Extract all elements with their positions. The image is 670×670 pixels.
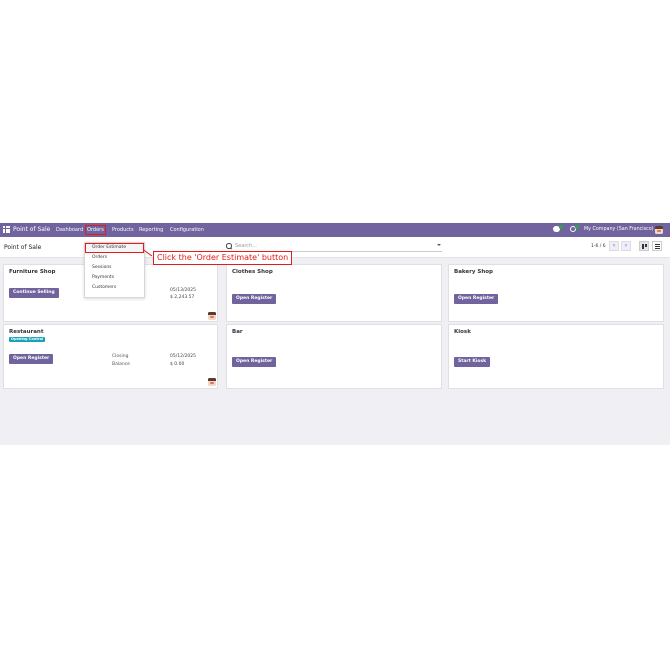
pos-card-bar: Bar Open Register bbox=[226, 324, 442, 389]
app-brand[interactable]: Point of Sale bbox=[13, 226, 50, 233]
open-register-button[interactable]: Open Register bbox=[454, 294, 499, 304]
open-register-button[interactable]: Open Register bbox=[232, 357, 277, 367]
menu-item-orders[interactable]: Orders bbox=[92, 255, 107, 260]
continue-selling-button[interactable]: Continue Selling bbox=[9, 288, 59, 298]
pos-card-kiosk: Kiosk Start Kiosk bbox=[448, 324, 664, 389]
pos-card-restaurant: Restaurant Opening Control Open Register… bbox=[3, 324, 218, 389]
pager-value[interactable]: 1-6 / 6 bbox=[591, 244, 606, 249]
chat-badge-icon bbox=[559, 225, 563, 229]
balance-amount: $ 2,243.57 bbox=[170, 295, 195, 300]
app-grid-icon[interactable] bbox=[3, 226, 10, 233]
list-view-icon[interactable] bbox=[652, 241, 662, 251]
balance-label: Balance bbox=[112, 362, 130, 367]
card-title: Restaurant bbox=[9, 329, 44, 335]
responsible-avatar bbox=[208, 378, 216, 386]
search-icon bbox=[226, 243, 232, 249]
menu-item-order-estimate[interactable]: Order Estimate bbox=[92, 245, 126, 250]
search-options-chevron-down-icon[interactable] bbox=[437, 244, 441, 246]
open-register-button[interactable]: Open Register bbox=[232, 294, 277, 304]
card-title: Bar bbox=[232, 329, 243, 335]
menu-item-customers[interactable]: Customers bbox=[92, 285, 116, 290]
responsible-avatar bbox=[208, 312, 216, 320]
pos-card-bakery-shop: Bakery Shop Open Register bbox=[448, 264, 664, 322]
search-placeholder: Search... bbox=[235, 243, 257, 249]
menu-item-sessions[interactable]: Sessions bbox=[92, 265, 112, 270]
status-badge: Opening Control bbox=[9, 337, 46, 342]
pager-next-chevron-right-icon[interactable]: › bbox=[621, 241, 631, 251]
session-date: 05/13/2025 bbox=[170, 288, 196, 293]
menu-dashboard[interactable]: Dashboard bbox=[56, 227, 83, 233]
card-title: Kiosk bbox=[454, 329, 471, 335]
page-title: Point of Sale bbox=[4, 244, 42, 251]
menu-reporting[interactable]: Reporting bbox=[139, 227, 163, 233]
menu-item-payments[interactable]: Payments bbox=[92, 275, 114, 280]
session-date: 05/12/2025 bbox=[170, 354, 196, 359]
kanban-view-icon[interactable] bbox=[639, 241, 649, 251]
menu-products[interactable]: Products bbox=[112, 227, 134, 233]
activity-badge-icon bbox=[575, 225, 579, 229]
pos-card-clothes-shop: Clothes Shop Open Register bbox=[226, 264, 442, 322]
start-kiosk-button[interactable]: Start Kiosk bbox=[454, 357, 491, 367]
card-title: Bakery Shop bbox=[454, 269, 493, 275]
closing-label: Closing bbox=[112, 354, 129, 359]
menu-orders[interactable]: Orders bbox=[85, 224, 106, 235]
orders-dropdown-menu: Order Estimate Orders Sessions Payments … bbox=[84, 242, 145, 298]
menu-configuration[interactable]: Configuration bbox=[170, 227, 204, 233]
open-register-button[interactable]: Open Register bbox=[9, 354, 54, 364]
annotation-callout: Click the 'Order Estimate' button bbox=[153, 251, 293, 265]
company-switcher[interactable]: My Company (San Francisco) bbox=[584, 227, 654, 232]
top-navbar: Point of Sale Dashboard Orders Products … bbox=[0, 223, 670, 237]
balance-amount: $ 0.00 bbox=[170, 362, 185, 367]
card-title: Clothes Shop bbox=[232, 269, 273, 275]
pager-previous-chevron-left-icon[interactable]: ‹ bbox=[609, 241, 619, 251]
card-title: Furniture Shop bbox=[9, 269, 56, 275]
user-avatar[interactable] bbox=[655, 226, 663, 234]
